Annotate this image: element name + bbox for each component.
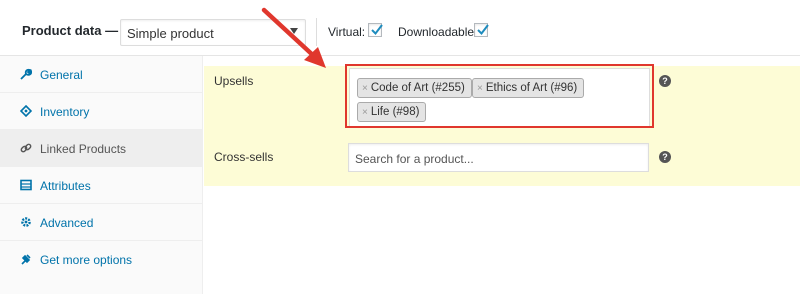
- annotation-highlight-box: [345, 64, 654, 128]
- tab-advanced[interactable]: Advanced: [0, 204, 203, 241]
- product-data-header: Product data — Simple product Virtual: D…: [0, 0, 800, 56]
- cross-sells-search-input[interactable]: Search for a product...: [348, 143, 649, 172]
- tab-general[interactable]: General: [0, 56, 203, 93]
- upsells-label: Upsells: [214, 74, 254, 88]
- tag-icon: [20, 105, 32, 117]
- tab-label: General: [40, 68, 83, 82]
- help-icon[interactable]: ?: [659, 75, 671, 87]
- help-icon[interactable]: ?: [659, 151, 671, 163]
- checkmark-icon: [371, 24, 383, 36]
- link-icon: [20, 143, 32, 153]
- tab-label: Get more options: [40, 253, 133, 267]
- checkmark-icon: [477, 24, 489, 36]
- gear-icon: [21, 217, 31, 227]
- plugin-icon: [21, 254, 31, 265]
- linked-products-panel: Upsells × Code of Art (#255) × Ethics of A…: [204, 56, 800, 294]
- product-data-tabs: General Inventory Linked Products Attrib…: [0, 56, 203, 294]
- downloadable-label: Downloadable:: [398, 25, 478, 39]
- tab-label: Advanced: [40, 216, 94, 230]
- product-type-value: Simple product: [127, 26, 214, 41]
- tab-get-more-options[interactable]: Get more options: [0, 241, 203, 278]
- annotation-arrow-icon: [261, 7, 326, 68]
- table-icon: [20, 179, 32, 191]
- wrench-icon: [20, 68, 32, 80]
- search-placeholder: Search for a product...: [355, 152, 474, 166]
- product-data-panel: Product data — Simple product Virtual: D…: [0, 0, 800, 294]
- tab-label: Inventory: [40, 105, 90, 119]
- cross-sells-label: Cross-sells: [214, 150, 274, 164]
- tab-label: Linked Products: [40, 142, 127, 156]
- tab-attributes[interactable]: Attributes: [0, 167, 203, 204]
- tab-label: Attributes: [40, 179, 91, 193]
- tab-linked-products[interactable]: Linked Products: [0, 130, 203, 167]
- tab-inventory[interactable]: Inventory: [0, 93, 203, 130]
- downloadable-checkbox[interactable]: [474, 23, 489, 37]
- panel-title: Product data —: [22, 23, 119, 38]
- virtual-checkbox[interactable]: [368, 23, 383, 37]
